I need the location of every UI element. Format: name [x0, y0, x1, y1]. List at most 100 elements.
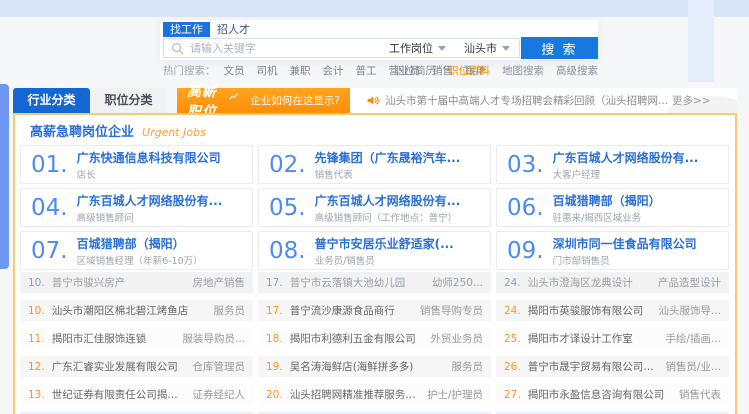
company-link[interactable]: 揭阳市利德利五金有限公司: [290, 331, 423, 346]
card-rank-number: 08.: [269, 238, 306, 264]
job-category-select[interactable]: 工作岗位: [380, 40, 455, 56]
company-link[interactable]: 广东百城人才网络股份有...: [77, 192, 223, 209]
urgent-jobs-subtitle: Urgent Jobs: [142, 126, 206, 139]
row-rank-number: 17.: [266, 305, 283, 317]
promo-link[interactable]: 企业如何在这显示?: [250, 93, 340, 108]
job-title: 外贸业务员: [431, 331, 484, 346]
job-title: 汕头服饰导...: [658, 303, 721, 318]
hot-search-term[interactable]: 普工: [356, 65, 377, 77]
row-rank-number: 18.: [266, 333, 283, 345]
job-list-row[interactable]: 20. 汕头招聘网精准推荐服务中心 护士/护理员: [258, 384, 491, 405]
company-link[interactable]: 百城猎聘部（揭阳）: [77, 235, 203, 252]
company-link[interactable]: 吴名涛海鲜店(海鲜拼多多): [290, 359, 444, 374]
company-link[interactable]: 揭阳市永盈信息咨询有限公司: [528, 387, 671, 402]
urgent-job-card[interactable]: 02. 先锋集团（广东晟裕汽车... 销售代表: [258, 145, 491, 184]
company-link[interactable]: 百城猎聘部（揭阳）: [553, 192, 661, 209]
job-title: 幼师250...: [432, 275, 483, 290]
company-link[interactable]: 普宁市安居乐业舒适家(...: [315, 235, 454, 252]
quick-link[interactable]: 职位简历: [394, 63, 436, 78]
job-title: 业务员/销售员: [315, 253, 454, 267]
company-link[interactable]: 汕头招聘网精准推荐服务中心: [290, 387, 419, 402]
job-list-header-row[interactable]: 17. 普宁市云落镇大池幼儿园 幼师250...: [258, 272, 491, 293]
hot-search-term[interactable]: 兼职: [290, 65, 311, 77]
job-list-row[interactable]: 10. 汕头市潮阳区棉北碧江烤鱼店 服务员: [20, 300, 253, 321]
card-text: 先锋集团（广东晟裕汽车... 销售代表: [315, 149, 461, 181]
more-link[interactable]: 更多>>: [672, 93, 711, 108]
row-rank-number: 26.: [504, 361, 521, 373]
job-list-header-row[interactable]: 10. 普宁市骏兴房产 房地产销售: [20, 272, 253, 293]
row-rank-number: 24.: [504, 277, 521, 289]
job-list-header-row[interactable]: 24. 汕头市澄海区龙典设计 产品造型设计: [496, 272, 729, 293]
tab-find-job[interactable]: 找工作: [163, 22, 210, 37]
card-rank-number: 07.: [31, 238, 68, 264]
company-link[interactable]: 普宁流沙康源食品商行: [290, 303, 412, 318]
city-select[interactable]: 汕头市: [455, 40, 519, 56]
job-list-row[interactable]: 11. 揭阳市汇佳服饰连锁 服装导购员...: [20, 328, 253, 349]
urgent-job-card[interactable]: 05. 广东百城人才网络股份有... 高级销售顾问（工作地点：普宁）: [258, 188, 491, 227]
card-text: 广东百城人才网络股份有... 高级销售顾问: [77, 192, 223, 224]
company-link[interactable]: 普宁市晟宇贸易有限公司(春...: [528, 359, 658, 374]
urgent-job-card[interactable]: 06. 百城猎聘部（揭阳） 驻惠来/揭西区域业务: [496, 188, 729, 227]
job-title: 服务员: [452, 359, 484, 374]
job-list-row[interactable]: 17. 普宁流沙康源食品商行 销售导购专员: [258, 300, 491, 321]
tab-industry-category[interactable]: 行业分类: [13, 88, 90, 113]
company-link[interactable]: 世纪证券有限责任公司揭阳普...: [52, 387, 185, 402]
keyword-search-input[interactable]: 请输入关键字 工作岗位 汕头市: [163, 38, 520, 58]
job-list-row[interactable]: 26. 普宁市晟宇贸易有限公司(春... 销售员/业...: [496, 356, 729, 377]
job-title: 产品造型设计: [658, 275, 721, 290]
quick-link[interactable]: 职位百科: [448, 63, 490, 78]
announcement-text[interactable]: 汕头市第十届中高端人才专场招聘会精彩回顾（汕头招聘网...: [385, 93, 668, 108]
hot-search-term[interactable]: 司机: [257, 65, 278, 77]
job-title: 服装导购员...: [182, 331, 245, 346]
urgent-job-card[interactable]: 01. 广东快通信息科技有限公司 店长: [20, 145, 253, 184]
job-title: 销售员/业...: [665, 359, 721, 374]
company-link[interactable]: 深圳市同一佳食品有限公司: [553, 235, 697, 252]
hot-search-term[interactable]: 文员: [224, 65, 245, 77]
urgent-job-card[interactable]: 04. 广东百城人才网络股份有... 高级销售顾问: [20, 188, 253, 227]
urgent-jobs-title: 高薪急聘岗位企业: [30, 121, 134, 140]
job-list-row[interactable]: 18. 揭阳市利德利五金有限公司 外贸业务员: [258, 328, 491, 349]
company-link[interactable]: 汕头市潮阳区棉北碧江烤鱼店: [52, 303, 206, 318]
job-list-row[interactable]: 19. 吴名涛海鲜店(海鲜拼多多) 服务员: [258, 356, 491, 377]
quick-link[interactable]: 地图搜索: [502, 63, 544, 78]
row-rank-number: 27.: [504, 389, 521, 401]
job-list-row[interactable]: 24. 揭阳市英骏服饰有限公司 汕头服饰导...: [496, 300, 729, 321]
company-link[interactable]: 广东百城人才网络股份有...: [315, 192, 461, 209]
company-link[interactable]: 普宁市云落镇大池幼儿园: [290, 275, 424, 290]
urgent-job-card[interactable]: 07. 百城猎聘部（揭阳） 区域销售经理（年薪6-10万）: [20, 231, 253, 270]
company-link[interactable]: 广东汇睿实业发展有限公司: [52, 359, 185, 374]
company-link[interactable]: 揭阳市汇佳服饰连锁: [52, 331, 175, 346]
job-list-row[interactable]: 13. 世纪证券有限责任公司揭阳普... 证券经纪人: [20, 384, 253, 405]
job-title: 服务员: [214, 303, 246, 318]
row-rank-number: 12.: [28, 361, 45, 373]
high-salary-banner[interactable]: 高薪职位 企业如何在这显示?: [177, 88, 350, 113]
company-link[interactable]: 广东快通信息科技有限公司: [77, 149, 221, 166]
urgent-job-card[interactable]: 08. 普宁市安居乐业舒适家(... 业务员/销售员: [258, 231, 491, 270]
job-title: 房地产销售: [193, 275, 246, 290]
company-link[interactable]: 揭阳市英骏服饰有限公司: [528, 303, 651, 318]
tab-position-category[interactable]: 职位分类: [90, 88, 167, 113]
row-rank-number: 25.: [504, 333, 521, 345]
job-title: 门市部销售员: [553, 253, 697, 267]
card-rank-number: 02.: [269, 152, 306, 178]
card-text: 百城猎聘部（揭阳） 区域销售经理（年薪6-10万）: [77, 235, 203, 267]
company-link[interactable]: 广东百城人才网络股份有...: [553, 149, 699, 166]
job-list-row[interactable]: 12. 广东汇睿实业发展有限公司 仓库管理员: [20, 356, 253, 377]
speaker-icon: [366, 94, 379, 107]
urgent-job-card[interactable]: 09. 深圳市同一佳食品有限公司 门市部销售员: [496, 231, 729, 270]
hot-search-term[interactable]: 会计: [323, 65, 344, 77]
urgent-job-card[interactable]: 03. 广东百城人才网络股份有... 大客户经理: [496, 145, 729, 184]
tab-recruit-talent[interactable]: 招人才: [210, 22, 257, 37]
job-list-row[interactable]: 27. 揭阳市永盈信息咨询有限公司 销售代表: [496, 384, 729, 405]
company-link[interactable]: 汕头市澄海区龙典设计: [528, 275, 650, 290]
job-list-row[interactable]: 25. 揭阳市才译设计工作室 手绘/插画...: [496, 328, 729, 349]
quick-link[interactable]: 高级搜索: [556, 63, 598, 78]
company-link[interactable]: 揭阳市才译设计工作室: [528, 331, 658, 346]
recruitment-portal-page: 找工作 招人才 请输入关键字 工作岗位 汕头市 搜 索 热门搜索： 文员司机兼职…: [0, 0, 749, 414]
search-button[interactable]: 搜 索: [521, 37, 598, 59]
company-link[interactable]: 先锋集团（广东晟裕汽车...: [315, 149, 461, 166]
row-rank-number: 10.: [28, 277, 45, 289]
company-link[interactable]: 普宁市骏兴房产: [52, 275, 185, 290]
search-placeholder: 请输入关键字: [190, 40, 380, 56]
right-decor-block: [688, 0, 714, 82]
